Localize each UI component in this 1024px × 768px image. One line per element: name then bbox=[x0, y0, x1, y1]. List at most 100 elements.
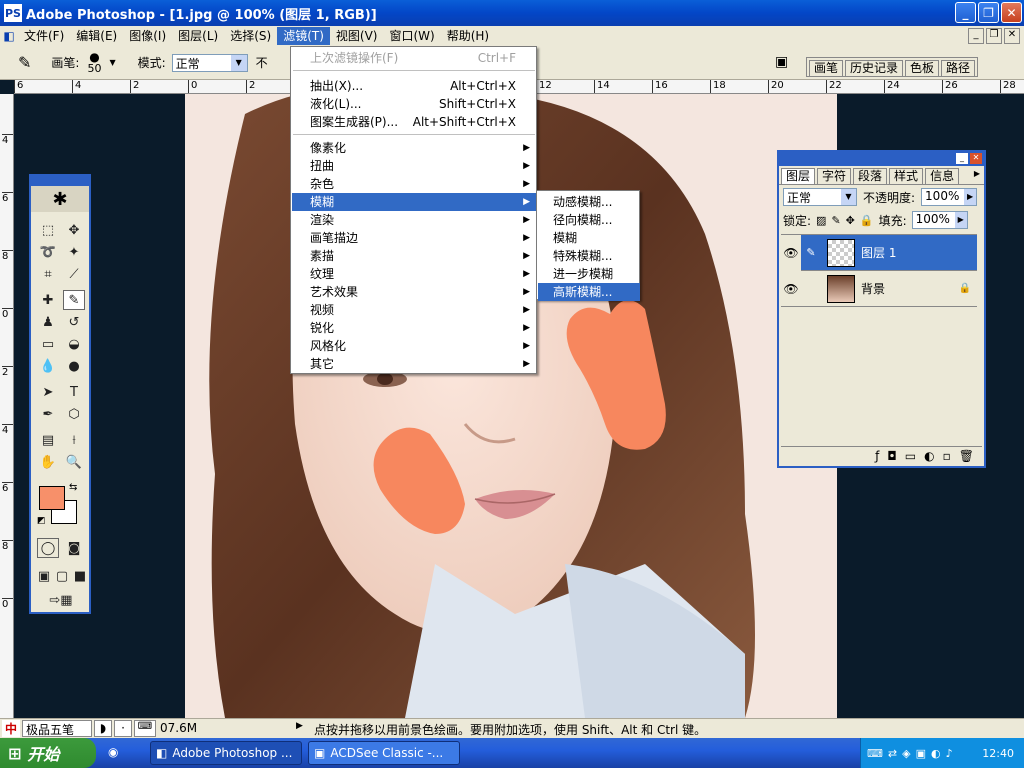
new-layer-icon[interactable]: ▫ bbox=[943, 449, 951, 463]
start-button[interactable]: ⊞ 开始 bbox=[0, 738, 96, 768]
menu-item-blur[interactable]: 模糊 bbox=[538, 229, 640, 247]
crop-tool-icon[interactable]: ⌗ bbox=[37, 264, 59, 284]
hand-tool-icon[interactable]: ✋ bbox=[37, 452, 59, 472]
menu-item-brush-strokes[interactable]: 画笔描边 ▶ bbox=[292, 229, 536, 247]
move-tool-icon[interactable]: ✥ bbox=[63, 220, 85, 240]
ime-punct-icon[interactable]: · bbox=[114, 720, 132, 737]
menu-window[interactable]: 窗口(W) bbox=[383, 27, 440, 45]
opacity-field[interactable]: 100% ▶ bbox=[921, 188, 978, 206]
maximize-button[interactable]: ❐ bbox=[978, 2, 999, 23]
volume-icon[interactable]: ◈ bbox=[902, 747, 910, 760]
tab-paragraph[interactable]: 段落 bbox=[853, 168, 888, 184]
layer-row[interactable]: 👁 ✎ 图层 1 bbox=[781, 234, 977, 271]
menu-item-extract[interactable]: 抽出(X)... Alt+Ctrl+X bbox=[292, 77, 536, 95]
menu-item-blur-more[interactable]: 进一步模糊 bbox=[538, 265, 640, 283]
menu-item-liquify[interactable]: 液化(L)... Shift+Ctrl+X bbox=[292, 95, 536, 113]
pen-tool-icon[interactable]: ✒ bbox=[37, 404, 59, 424]
marquee-tool-icon[interactable]: ⬚ bbox=[37, 220, 59, 240]
menu-select[interactable]: 选择(S) bbox=[224, 27, 277, 45]
default-colors-icon[interactable]: ◩ bbox=[37, 516, 46, 526]
status-arrow-icon[interactable]: ▶ bbox=[296, 721, 303, 731]
blend-mode-select[interactable]: 正常 ▼ bbox=[783, 188, 857, 206]
brush-preset-picker[interactable]: ● 50 bbox=[87, 51, 101, 74]
security-icon[interactable]: ◐ bbox=[931, 747, 941, 760]
keyboard-icon[interactable]: ⌨ bbox=[867, 747, 883, 760]
history-brush-tool-icon[interactable]: ↺ bbox=[63, 312, 85, 332]
close-button[interactable]: ✕ bbox=[1001, 2, 1022, 23]
tab-character[interactable]: 字符 bbox=[817, 168, 852, 184]
layer-name[interactable]: 背景 bbox=[861, 280, 885, 297]
menu-item-artistic[interactable]: 艺术效果 ▶ bbox=[292, 283, 536, 301]
tab-info[interactable]: 信息 bbox=[925, 168, 960, 184]
notes-tool-icon[interactable]: ▤ bbox=[37, 430, 59, 450]
brush-tool-icon[interactable]: ✎ bbox=[63, 290, 85, 310]
lasso-tool-icon[interactable]: ➰ bbox=[37, 242, 59, 262]
layer-style-icon[interactable]: ƒ bbox=[875, 449, 879, 463]
layers-panel-titlebar[interactable]: _ ✕ bbox=[779, 152, 984, 166]
menu-view[interactable]: 视图(V) bbox=[330, 27, 384, 45]
menu-item-render[interactable]: 渲染 ▶ bbox=[292, 211, 536, 229]
menu-image[interactable]: 图像(I) bbox=[123, 27, 172, 45]
menu-help[interactable]: 帮助(H) bbox=[441, 27, 495, 45]
clone-stamp-tool-icon[interactable]: ♟ bbox=[37, 312, 59, 332]
brush-link-icon[interactable]: ✎ bbox=[801, 246, 821, 259]
lock-all-icon[interactable]: 🔒 bbox=[860, 214, 874, 227]
foreground-color-swatch[interactable] bbox=[39, 486, 65, 510]
menu-item-gaussian-blur[interactable]: 高斯模糊... bbox=[538, 283, 640, 301]
ime-name[interactable]: 极品五笔 bbox=[22, 720, 92, 737]
menu-filter[interactable]: 滤镜(T) bbox=[277, 27, 330, 45]
keyboard-icon[interactable]: ⌨ bbox=[134, 720, 156, 737]
toolbox-titlebar[interactable] bbox=[31, 176, 89, 186]
network-icon[interactable]: ⇄ bbox=[888, 747, 897, 760]
minimize-button[interactable]: _ bbox=[955, 2, 976, 23]
adobe-logo-icon[interactable]: ✱ bbox=[31, 186, 89, 212]
menu-item-pattern-maker[interactable]: 图案生成器(P)... Alt+Shift+Ctrl+X bbox=[292, 113, 536, 131]
doc-minimize-button[interactable]: _ bbox=[968, 28, 984, 44]
speaker-icon[interactable]: ♪ bbox=[946, 747, 953, 760]
doc-restore-button[interactable]: ❐ bbox=[986, 28, 1002, 44]
palette-toggle-icon[interactable]: ▣ bbox=[775, 54, 788, 70]
dodge-tool-icon[interactable]: ● bbox=[63, 356, 85, 376]
path-selection-tool-icon[interactable]: ➤ bbox=[37, 382, 59, 402]
quick-mask-mode-icon[interactable]: ◙ bbox=[63, 538, 85, 558]
menu-item-video[interactable]: 视频 ▶ bbox=[292, 301, 536, 319]
menu-item-other[interactable]: 其它 ▶ bbox=[292, 355, 536, 373]
ime-logo-icon[interactable]: 中 bbox=[2, 720, 20, 737]
type-tool-icon[interactable]: T bbox=[63, 382, 85, 402]
task-acdsee[interactable]: ▣ ACDSee Classic -... bbox=[308, 741, 460, 765]
slice-tool-icon[interactable]: ⟋ bbox=[63, 264, 85, 284]
trash-icon[interactable]: 🗑 bbox=[959, 449, 974, 463]
menu-edit[interactable]: 编辑(E) bbox=[70, 27, 123, 45]
screen-mode-menu-icon[interactable]: ▢ bbox=[53, 566, 71, 586]
zoom-tool-icon[interactable]: 🔍 bbox=[63, 452, 85, 472]
tab-history[interactable]: 历史记录 bbox=[845, 60, 904, 76]
menu-item-stylize[interactable]: 风格化 ▶ bbox=[292, 337, 536, 355]
paint-bucket-tool-icon[interactable]: ◒ bbox=[63, 334, 85, 354]
layer-name[interactable]: 图层 1 bbox=[861, 244, 896, 261]
lock-pixels-icon[interactable]: ✎ bbox=[831, 214, 840, 227]
layer-row[interactable]: 👁 背景 🔒 bbox=[781, 271, 977, 307]
menu-item-sharpen[interactable]: 锐化 ▶ bbox=[292, 319, 536, 337]
display-icon[interactable]: ▣ bbox=[916, 747, 926, 760]
blur-tool-icon[interactable]: 💧 bbox=[37, 356, 59, 376]
chevron-down-icon[interactable]: ▼ bbox=[109, 58, 115, 67]
tab-layers[interactable]: 图层 bbox=[781, 168, 816, 184]
doc-close-button[interactable]: ✕ bbox=[1004, 28, 1020, 44]
fill-field[interactable]: 100% ▶ bbox=[911, 211, 968, 229]
screen-mode-full-icon[interactable]: ■ bbox=[71, 566, 89, 586]
standard-mode-icon[interactable]: ◯ bbox=[37, 538, 59, 558]
tab-styles[interactable]: 样式 bbox=[889, 168, 924, 184]
quick-launch-icon[interactable]: ◉ bbox=[108, 745, 118, 759]
ime-shape-icon[interactable]: ◗ bbox=[94, 720, 112, 737]
menu-item-motion-blur[interactable]: 动感模糊... bbox=[538, 193, 640, 211]
minimize-icon[interactable]: _ bbox=[956, 153, 968, 164]
screen-mode-standard-icon[interactable]: ▣ bbox=[35, 566, 53, 586]
menu-item-pixelate[interactable]: 像素化 ▶ bbox=[292, 139, 536, 157]
panel-menu-icon[interactable]: ▶ bbox=[974, 169, 980, 178]
layer-mask-icon[interactable]: ◘ bbox=[887, 449, 897, 463]
menu-item-texture[interactable]: 纹理 ▶ bbox=[292, 265, 536, 283]
adjustment-layer-icon[interactable]: ◐ bbox=[924, 449, 934, 463]
menu-file[interactable]: 文件(F) bbox=[18, 27, 70, 45]
swap-colors-icon[interactable]: ⇆ bbox=[69, 482, 77, 493]
eye-icon[interactable]: 👁 bbox=[781, 282, 801, 296]
